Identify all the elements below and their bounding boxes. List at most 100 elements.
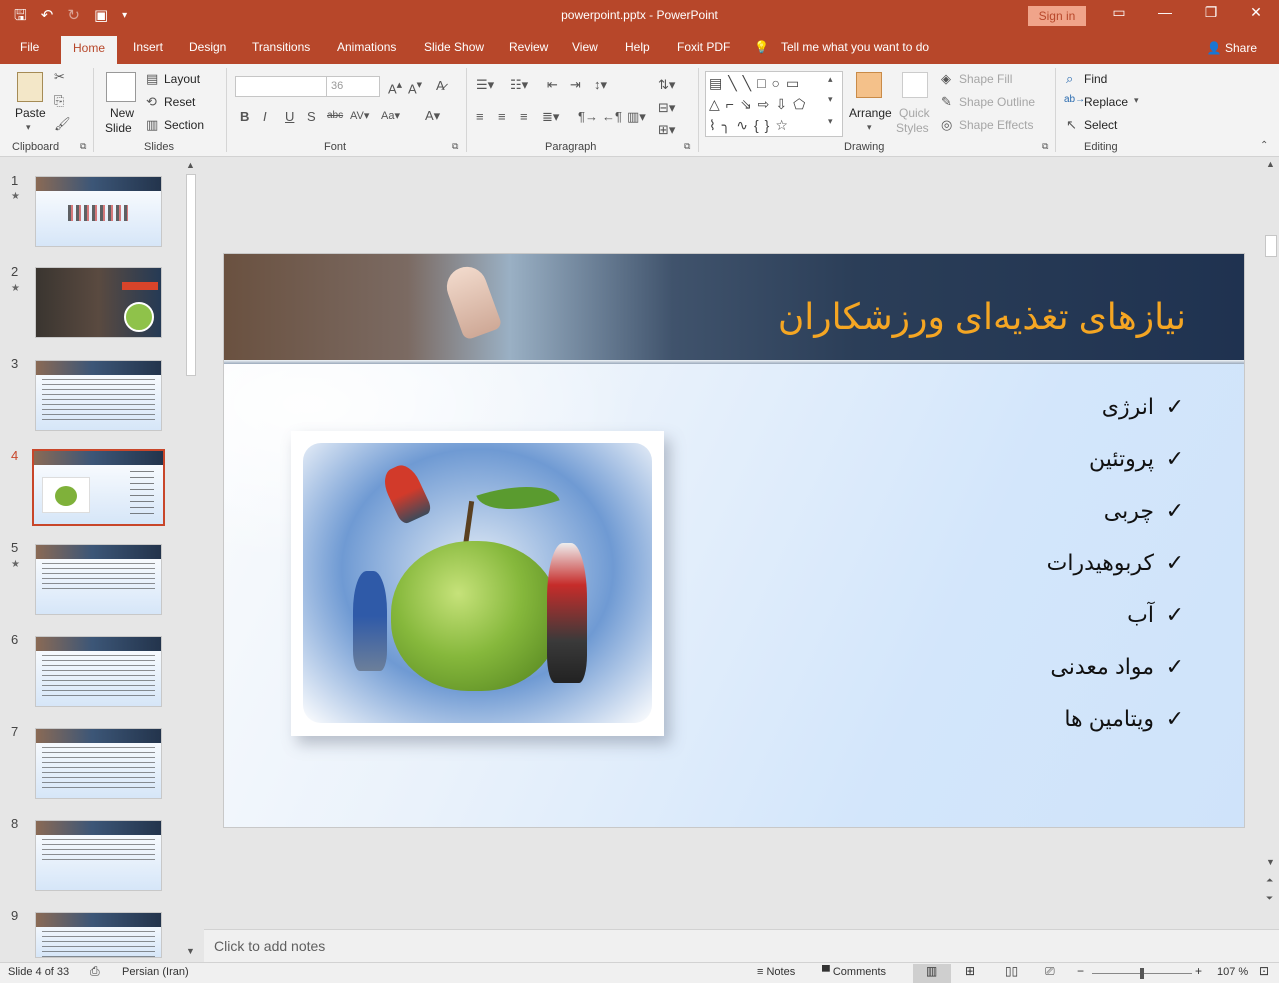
- slide-thumbnail-9[interactable]: [35, 912, 162, 958]
- align-left-icon[interactable]: ≡: [476, 109, 484, 124]
- arrange-icon[interactable]: [856, 72, 882, 98]
- columns-icon[interactable]: ▥▾: [627, 109, 646, 125]
- reading-view-icon[interactable]: ▯▯: [1005, 964, 1018, 978]
- text-direction-icon[interactable]: ⇅▾: [658, 77, 675, 93]
- restore-icon[interactable]: ❐: [1188, 4, 1234, 21]
- font-launcher-icon[interactable]: ⧉: [452, 141, 458, 152]
- replace-dropdown-icon[interactable]: ▾: [1134, 95, 1139, 106]
- drawing-launcher-icon[interactable]: ⧉: [1042, 141, 1048, 152]
- gallery-up-icon[interactable]: ▴: [828, 74, 833, 85]
- layout-button[interactable]: Layout: [164, 72, 200, 86]
- notes-toggle[interactable]: ≡ Notes: [757, 966, 795, 978]
- copy-icon[interactable]: ⎘: [54, 93, 64, 109]
- tab-file[interactable]: File: [20, 40, 39, 54]
- paste-icon[interactable]: [17, 72, 43, 102]
- slide-show-icon[interactable]: ⎚: [1045, 964, 1055, 979]
- tab-home[interactable]: Home: [61, 36, 118, 64]
- bullets-icon[interactable]: ☰▾: [476, 77, 494, 93]
- notes-pane[interactable]: Click to add notes: [204, 929, 1279, 962]
- slide-scrollbar[interactable]: ▲ ▼ ⏶ ⏷: [1263, 157, 1279, 929]
- scroll-down-icon[interactable]: ▼: [1266, 857, 1275, 867]
- minimize-icon[interactable]: —: [1142, 4, 1188, 20]
- quick-styles-label-2[interactable]: Styles: [896, 121, 929, 135]
- quick-styles-button[interactable]: Quick: [899, 106, 930, 120]
- font-color-icon[interactable]: A▾: [425, 108, 440, 124]
- format-painter-icon[interactable]: 🖌: [54, 116, 71, 132]
- gallery-down-icon[interactable]: ▾: [828, 94, 833, 105]
- shape-outline-button[interactable]: Shape Outline: [959, 95, 1035, 109]
- share-button[interactable]: 👤 Share: [1207, 41, 1257, 55]
- tab-transitions[interactable]: Transitions: [252, 40, 310, 54]
- scrollbar-thumb[interactable]: [186, 174, 196, 376]
- zoom-out-icon[interactable]: −: [1077, 964, 1084, 978]
- notes-placeholder[interactable]: Click to add notes: [214, 938, 325, 954]
- tab-review[interactable]: Review: [509, 40, 548, 54]
- shape-fill-button[interactable]: Shape Fill: [959, 72, 1012, 86]
- bold-icon[interactable]: B: [240, 109, 249, 124]
- font-name-box[interactable]: [235, 76, 327, 97]
- collapse-ribbon-icon[interactable]: ⌃: [1260, 140, 1268, 151]
- gallery-more-icon[interactable]: ▾: [828, 116, 833, 127]
- normal-view-icon[interactable]: ▥: [926, 964, 937, 978]
- next-slide-icon[interactable]: ⏷: [1266, 893, 1273, 904]
- slide-sorter-icon[interactable]: ⊞: [965, 964, 975, 978]
- justify-icon[interactable]: ≣▾: [542, 109, 559, 125]
- shapes-icons[interactable]: ▤╲╲□○▭ △⌐⇘⇨⇩⬠ ⌇╮∿{}☆: [709, 73, 811, 136]
- fit-slide-icon[interactable]: ⊡: [1259, 964, 1269, 978]
- align-right-icon[interactable]: ≡: [520, 109, 528, 124]
- ltr-icon[interactable]: ¶→: [578, 109, 598, 124]
- slide-thumbnail-8[interactable]: [35, 820, 162, 891]
- tab-help[interactable]: Help: [625, 40, 650, 54]
- font-size-box[interactable]: 36: [326, 76, 380, 97]
- cut-icon[interactable]: ✂: [54, 69, 65, 85]
- tab-foxit-pdf[interactable]: Foxit PDF: [677, 40, 730, 54]
- new-slide-button[interactable]: New: [110, 106, 134, 120]
- replace-button[interactable]: Replace: [1084, 95, 1128, 109]
- section-button[interactable]: Section: [164, 118, 204, 132]
- numbering-icon[interactable]: ☷▾: [510, 77, 528, 93]
- slide-thumbnail-5[interactable]: [35, 544, 162, 615]
- slide-canvas[interactable]: نیازهای تغذیه‌ای ورزشکاران ✓انرژی ✓پروتئ…: [223, 253, 1245, 828]
- slide-thumbnail-3[interactable]: [35, 360, 162, 431]
- paste-dropdown-icon[interactable]: ▾: [26, 122, 31, 133]
- smartart-icon[interactable]: ⊞▾: [658, 122, 675, 138]
- slide-thumbnail-2[interactable]: [35, 267, 162, 338]
- shape-effects-button[interactable]: Shape Effects: [959, 118, 1034, 132]
- new-slide-label-2[interactable]: Slide: [105, 121, 132, 135]
- arrange-button[interactable]: Arrange: [849, 106, 892, 120]
- slide-title[interactable]: نیازهای تغذیه‌ای ورزشکاران: [778, 296, 1186, 338]
- italic-icon[interactable]: I: [263, 109, 267, 124]
- quick-styles-icon[interactable]: [902, 72, 928, 98]
- increase-indent-icon[interactable]: ⇥: [570, 77, 581, 93]
- spelling-icon[interactable]: ⎙: [90, 964, 100, 979]
- scroll-up-icon[interactable]: ▲: [186, 160, 195, 170]
- comments-toggle[interactable]: ▀ Comments: [822, 966, 886, 978]
- paste-button[interactable]: Paste: [15, 106, 46, 120]
- sports-nutrition-picture[interactable]: [291, 431, 664, 736]
- slide-thumbnail-1[interactable]: [35, 176, 162, 247]
- close-icon[interactable]: ✕: [1233, 4, 1279, 21]
- language-indicator[interactable]: Persian (Iran): [122, 966, 189, 978]
- underline-icon[interactable]: U: [285, 109, 294, 124]
- sign-in-button[interactable]: Sign in: [1028, 6, 1086, 26]
- zoom-level[interactable]: 107 %: [1217, 966, 1248, 978]
- zoom-slider-knob[interactable]: [1140, 968, 1144, 979]
- change-case-icon[interactable]: Aa▾: [381, 109, 400, 122]
- tab-view[interactable]: View: [572, 40, 598, 54]
- character-spacing-icon[interactable]: AV▾: [350, 109, 369, 122]
- scroll-down-icon[interactable]: ▼: [186, 946, 195, 956]
- scrollbar-thumb[interactable]: [1265, 235, 1277, 257]
- shapes-gallery[interactable]: ▤╲╲□○▭ △⌐⇘⇨⇩⬠ ⌇╮∿{}☆: [705, 71, 843, 137]
- tab-animations[interactable]: Animations: [337, 40, 396, 54]
- thumbnail-scrollbar[interactable]: ▲ ▼: [184, 160, 198, 960]
- clipboard-launcher-icon[interactable]: ⧉: [80, 141, 86, 152]
- tab-slide-show[interactable]: Slide Show: [424, 40, 484, 54]
- rtl-icon[interactable]: ←¶: [602, 109, 622, 124]
- slide-thumbnail-7[interactable]: [35, 728, 162, 799]
- tab-design[interactable]: Design: [189, 40, 226, 54]
- find-button[interactable]: Find: [1084, 72, 1107, 86]
- tell-me-search[interactable]: Tell me what you want to do: [781, 40, 929, 54]
- tab-insert[interactable]: Insert: [133, 40, 163, 54]
- line-spacing-icon[interactable]: ↕▾: [594, 77, 607, 93]
- increase-font-icon[interactable]: A▴: [388, 78, 402, 96]
